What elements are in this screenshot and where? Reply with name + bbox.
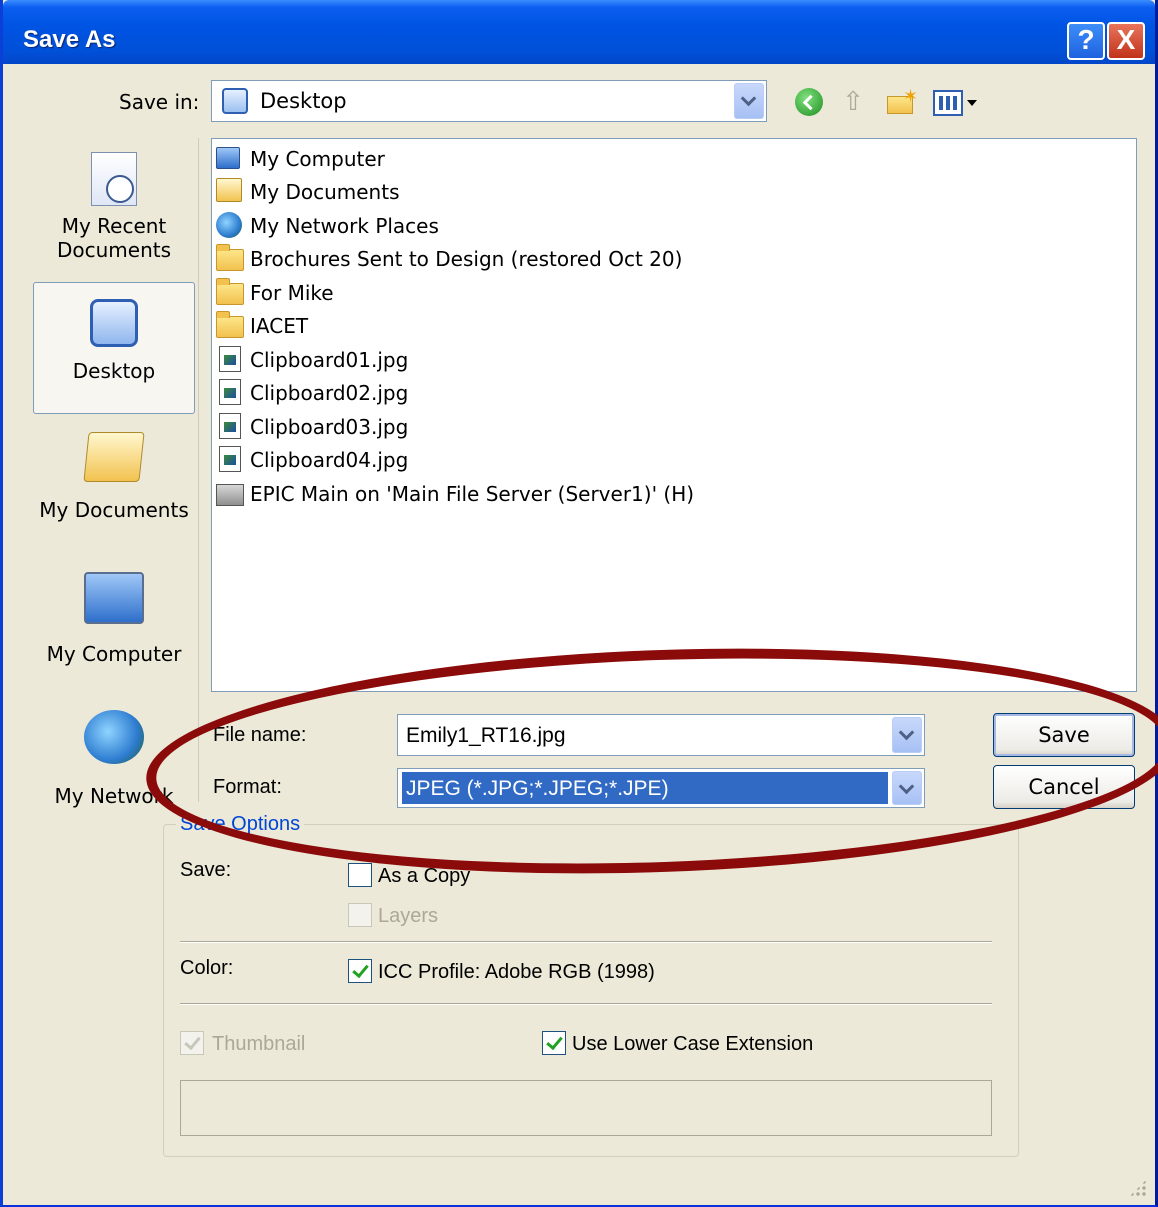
file-name-value: Emily1_RT16.jpg — [406, 724, 566, 747]
list-item[interactable]: Clipboard02.jpg — [216, 378, 408, 408]
thumbnail-label: Thumbnail — [212, 1033, 306, 1055]
place-label-line1: My Documents — [39, 498, 189, 522]
save-button[interactable]: Save — [993, 713, 1135, 757]
layers-label: Layers — [378, 905, 439, 927]
my-documents-icon — [83, 432, 145, 482]
file-name: Clipboard04.jpg — [250, 448, 409, 472]
place-label-line1: My Network — [54, 784, 174, 808]
help-button[interactable]: ? — [1067, 22, 1105, 60]
save-in-label: Save in: — [119, 90, 200, 114]
file-name: My Network Places — [250, 214, 439, 238]
place-my-computer[interactable]: My Computer — [31, 568, 197, 678]
folder-icon — [216, 244, 244, 271]
save-in-value: Desktop — [260, 89, 347, 113]
desktop-icon — [222, 88, 248, 114]
place-label-line2: Documents — [56, 238, 172, 262]
my-network-icon — [84, 710, 144, 764]
file-name: My Documents — [250, 180, 400, 204]
list-item[interactable]: Clipboard04.jpg — [216, 445, 408, 475]
lower-case-extension-label: Use Lower Case Extension — [572, 1033, 814, 1055]
image-file-icon — [219, 379, 241, 405]
list-item[interactable]: For Mike — [216, 278, 334, 308]
file-name: EPIC Main on 'Main File Server (Server1)… — [250, 482, 695, 506]
thumbnail-checkbox — [180, 1031, 204, 1055]
separator — [180, 941, 992, 943]
list-item[interactable]: My Computer — [216, 144, 385, 174]
icc-profile-checkbox[interactable] — [348, 959, 372, 983]
place-label-line1: Desktop — [72, 359, 156, 383]
as-a-copy-label: As a Copy — [378, 865, 471, 887]
file-name: Clipboard03.jpg — [250, 415, 409, 439]
list-item[interactable]: Clipboard03.jpg — [216, 412, 408, 442]
places-bar: My Recent Documents Desktop My Documents… — [31, 138, 199, 808]
list-item[interactable]: My Network Places — [216, 211, 439, 241]
documents-icon — [216, 178, 242, 202]
network-icon — [216, 212, 242, 238]
image-file-icon — [219, 446, 241, 472]
place-label-line1: My Computer — [46, 642, 182, 666]
file-list[interactable]: My Computer My Documents My Network Plac… — [211, 138, 1137, 692]
image-file-icon — [219, 346, 241, 372]
recent-documents-icon — [91, 152, 137, 206]
file-name-label: File name: — [213, 724, 307, 746]
chevron-down-icon[interactable] — [892, 771, 922, 805]
list-item[interactable]: My Documents — [216, 177, 399, 207]
save-options-group: Save Options Save: As a Copy Layers Colo… — [163, 813, 1019, 1157]
place-desktop[interactable]: Desktop — [33, 282, 195, 414]
format-label: Format: — [213, 776, 282, 798]
file-name: For Mike — [250, 281, 334, 305]
file-name: IACET — [250, 314, 309, 338]
save-as-dialog: Save As ? X Save in: Desktop ⇧ ✶ My Rece… — [0, 0, 1158, 1207]
save-in-dropdown[interactable]: Desktop — [211, 80, 767, 122]
file-name: My Computer — [250, 147, 385, 171]
folder-icon — [216, 278, 244, 305]
format-dropdown[interactable]: JPEG (*.JPG;*.JPEG;*.JPE) — [397, 768, 925, 808]
views-menu-icon[interactable] — [933, 90, 963, 116]
as-a-copy-checkbox[interactable] — [348, 863, 372, 887]
place-my-network[interactable]: My Network — [31, 708, 197, 808]
list-item[interactable]: Brochures Sent to Design (restored Oct 2… — [216, 244, 682, 274]
new-folder-icon[interactable]: ✶ — [887, 86, 918, 116]
chevron-down-icon[interactable] — [892, 717, 922, 753]
back-icon[interactable] — [795, 88, 823, 116]
file-name: Clipboard01.jpg — [250, 348, 409, 372]
resize-grip-icon[interactable] — [1129, 1179, 1147, 1197]
desktop-icon — [90, 299, 138, 347]
file-name: Brochures Sent to Design (restored Oct 2… — [250, 247, 683, 271]
image-file-icon — [219, 413, 241, 439]
layers-checkbox — [348, 903, 372, 927]
dialog-title: Save As — [23, 26, 116, 53]
network-drive-icon — [216, 484, 244, 506]
folder-icon — [216, 311, 244, 338]
my-computer-icon — [84, 572, 144, 624]
lower-case-extension-checkbox[interactable] — [542, 1031, 566, 1055]
list-item[interactable]: Clipboard01.jpg — [216, 345, 408, 375]
place-label-line1: My Recent — [61, 214, 167, 238]
cancel-button[interactable]: Cancel — [993, 765, 1135, 809]
separator — [180, 1003, 992, 1005]
icc-profile-label: ICC Profile: Adobe RGB (1998) — [378, 961, 655, 983]
computer-icon — [216, 147, 240, 169]
chevron-down-icon[interactable] — [734, 83, 764, 119]
list-item[interactable]: IACET — [216, 311, 308, 341]
save-label: Save: — [180, 859, 232, 881]
format-value: JPEG (*.JPG;*.JPEG;*.JPE) — [406, 777, 669, 800]
warning-area — [180, 1080, 992, 1136]
close-button[interactable]: X — [1107, 22, 1145, 60]
place-my-documents[interactable]: My Documents — [31, 428, 197, 538]
color-label: Color: — [180, 957, 234, 979]
title-bar[interactable]: Save As ? X — [3, 0, 1155, 64]
views-dropdown-arrow-icon[interactable] — [967, 100, 977, 106]
place-my-recent-documents[interactable]: My Recent Documents — [31, 148, 197, 272]
up-folder-icon[interactable]: ⇧ — [839, 88, 867, 116]
save-options-title: Save Options — [176, 813, 305, 836]
file-name-field[interactable]: Emily1_RT16.jpg — [397, 714, 925, 756]
list-item[interactable]: EPIC Main on 'Main File Server (Server1)… — [216, 479, 694, 509]
file-name: Clipboard02.jpg — [250, 381, 409, 405]
